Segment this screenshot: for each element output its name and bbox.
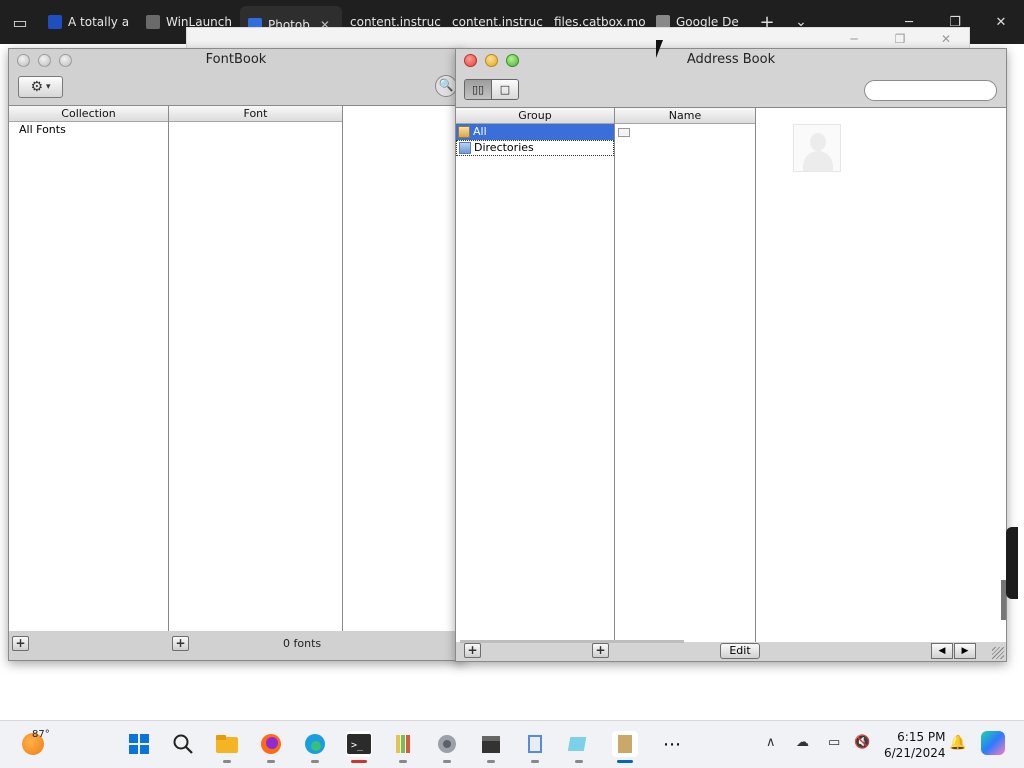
group-list: All Directories	[456, 124, 614, 156]
minimize-light-icon[interactable]	[485, 54, 498, 67]
resize-grip-icon[interactable]	[992, 647, 1004, 659]
paint-brush-icon[interactable]	[390, 731, 416, 763]
fontbook-title: FontBook	[205, 52, 267, 67]
clock-date: 6/21/2024	[884, 746, 946, 760]
clock[interactable]: 6:15 PM 6/21/2024	[884, 729, 946, 761]
collection-item[interactable]: All Fonts	[9, 122, 168, 137]
display-icon[interactable]: ▭	[828, 735, 840, 750]
addressbook-statusbar: + + Edit ◀ ▶	[456, 640, 1006, 661]
weather-temperature: 87°	[32, 729, 50, 740]
restore-icon[interactable]: ❐	[877, 28, 923, 50]
search-icon[interactable]: 🔍	[435, 75, 457, 97]
add-contact-button[interactable]: +	[592, 643, 609, 658]
edge-icon[interactable]	[302, 731, 328, 763]
chevron-up-icon[interactable]: ∧	[766, 735, 776, 750]
group-label: Directories	[474, 141, 534, 154]
font-column: Font	[169, 106, 343, 631]
gear-icon: ⚙	[30, 79, 44, 95]
collection-list: All Fonts	[9, 122, 168, 137]
addressbook-window: Address Book ▯▯ □ Group All Directories N…	[455, 48, 1007, 662]
font-header[interactable]: Font	[169, 106, 342, 122]
preview-pane	[343, 106, 465, 631]
zoom-light-icon[interactable]	[59, 54, 72, 67]
minimize-light-icon[interactable]	[38, 54, 51, 67]
fontbook-statusbar: + + 0 fonts	[9, 629, 463, 660]
fontbook-app-icon[interactable]	[612, 731, 638, 763]
media-player-icon[interactable]	[434, 731, 460, 763]
fontbook-toolbar: ⚙ ▾	[9, 73, 463, 105]
clock-time: 6:15 PM	[897, 730, 946, 744]
addressbook-title: Address Book	[686, 52, 776, 67]
font-count-label: 0 fonts	[283, 637, 322, 650]
close-icon[interactable]: ✕	[923, 28, 969, 50]
firefox-icon[interactable]	[258, 731, 284, 763]
group-icon	[458, 126, 470, 138]
group-label: All	[473, 125, 487, 138]
name-header[interactable]: Name	[615, 108, 755, 124]
group-icon	[459, 142, 471, 154]
person-head-icon	[810, 133, 826, 151]
group-column: Group All Directories	[456, 108, 615, 642]
close-light-icon[interactable]	[17, 54, 30, 67]
tab-favicon-icon	[146, 15, 160, 29]
name-column: Name	[615, 108, 756, 642]
taskbar: 87° >_ ⋯ ∧ ☁ ▭ 🔇 6:15 PM 6/21/2024 🔔	[0, 720, 1024, 768]
search-icon[interactable]	[170, 731, 196, 757]
fontbook-traffic-lights	[17, 54, 72, 67]
more-apps-icon[interactable]: ⋯	[659, 731, 685, 757]
view-toggle: ▯▯ □	[464, 79, 519, 100]
background-window-controls: ─ ❐ ✕	[831, 28, 969, 50]
collection-column: Collection All Fonts	[9, 106, 169, 631]
tab-favicon-icon	[48, 15, 62, 29]
group-header[interactable]: Group	[456, 108, 614, 124]
notepad-icon[interactable]	[566, 731, 592, 763]
contact-photo-placeholder	[793, 124, 841, 172]
next-card-button[interactable]: ▶	[954, 643, 976, 659]
addressbook-toolbar: ▯▯ □	[456, 73, 1006, 107]
clapper-icon[interactable]	[478, 731, 504, 763]
tab-actions-icon[interactable]: ▭	[0, 0, 40, 44]
copilot-icon[interactable]	[981, 731, 1005, 755]
cloud-icon[interactable]: ☁	[796, 735, 809, 750]
horizontal-scrollbar[interactable]	[460, 640, 684, 643]
action-menu-button[interactable]: ⚙ ▾	[18, 76, 63, 98]
minimize-icon[interactable]: ─	[831, 28, 877, 50]
mouse-cursor-icon	[656, 40, 668, 58]
fontbook-window: FontBook ⚙ ▾ Collection All Fonts Font +…	[8, 48, 465, 661]
column-view-icon[interactable]: ▯▯	[465, 80, 491, 99]
search-input[interactable]	[864, 80, 997, 101]
fontbook-content: Collection All Fonts Font	[9, 105, 465, 631]
tab-label: A totally a	[68, 15, 130, 29]
close-button[interactable]: ✕	[978, 0, 1024, 44]
terminal-icon[interactable]: >_	[346, 731, 372, 763]
card-view-icon[interactable]: □	[491, 80, 518, 99]
person-body-icon	[803, 151, 833, 171]
name-list	[615, 124, 755, 140]
edit-button[interactable]: Edit	[720, 643, 760, 659]
notification-bell-icon[interactable]: 🔔	[949, 735, 966, 751]
chevron-down-icon: ▾	[46, 82, 51, 92]
svg-text:>_: >_	[351, 740, 364, 751]
group-item[interactable]: Directories	[456, 140, 614, 156]
collection-header[interactable]: Collection	[9, 106, 168, 122]
close-light-icon[interactable]	[464, 54, 477, 67]
file-explorer-icon[interactable]	[214, 731, 240, 763]
side-panel-edge[interactable]	[1006, 527, 1018, 599]
windows-start-icon[interactable]	[126, 731, 152, 757]
card-icon	[618, 128, 630, 137]
zoom-light-icon[interactable]	[506, 54, 519, 67]
vertical-scrollbar[interactable]	[1001, 580, 1006, 620]
book-icon[interactable]	[522, 731, 548, 763]
previous-card-button[interactable]: ◀	[931, 643, 953, 659]
add-collection-button[interactable]: +	[12, 636, 29, 651]
addressbook-content: Group All Directories Name	[456, 107, 1006, 642]
background-window-titlebar: ─ ❐ ✕	[186, 27, 970, 49]
addressbook-traffic-lights	[464, 54, 519, 67]
add-font-button[interactable]: +	[172, 636, 189, 651]
group-item[interactable]: All	[456, 124, 614, 140]
add-group-button[interactable]: +	[464, 643, 481, 658]
volume-icon[interactable]: 🔇	[854, 735, 870, 750]
browser-tab[interactable]: A totally a	[40, 0, 138, 44]
